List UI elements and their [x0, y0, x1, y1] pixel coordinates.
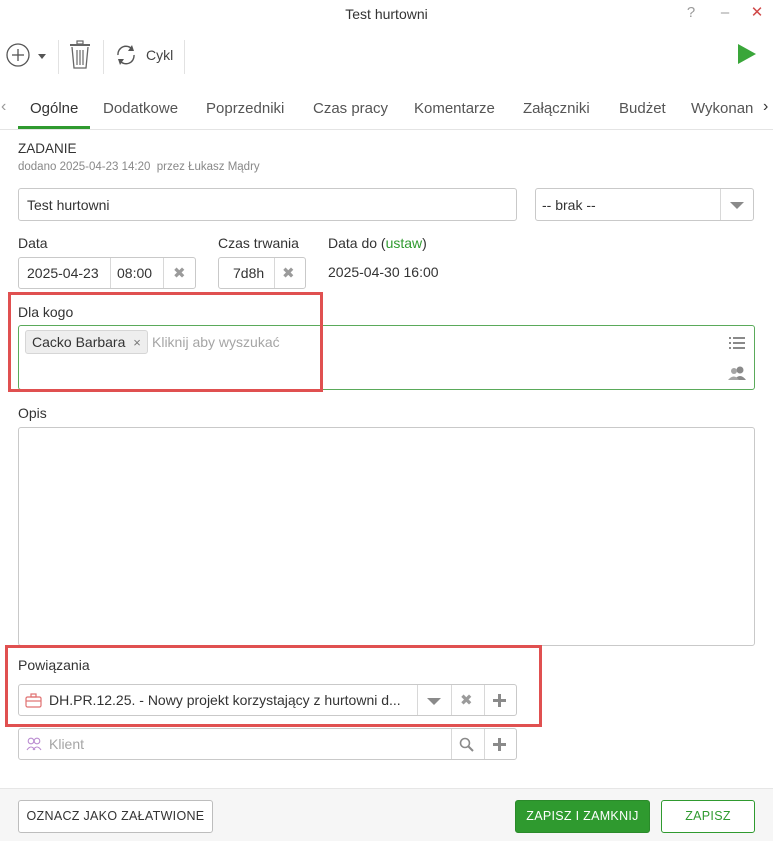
- section-title: ZADANIE: [18, 141, 77, 156]
- close-button[interactable]: ✕: [746, 2, 768, 24]
- mark-done-button[interactable]: OZNACZ JAKO ZAŁATWIONE: [18, 800, 213, 833]
- active-tab-indicator: [18, 126, 90, 129]
- tab-additional[interactable]: Dodatkowe: [103, 100, 178, 117]
- field-divider: [110, 258, 111, 288]
- date-to-value: 2025-04-30 16:00: [328, 264, 439, 280]
- tabs-scroll-right-icon[interactable]: ›: [763, 98, 768, 116]
- users-group-icon[interactable]: [728, 366, 746, 380]
- date-to-label-text: Data do (: [328, 235, 386, 251]
- date-label: Data: [18, 235, 48, 251]
- save-and-close-button[interactable]: ZAPISZ I ZAMKNIJ: [515, 800, 650, 833]
- field-divider: [274, 258, 275, 288]
- duration-input[interactable]: 7d8h: [233, 265, 264, 281]
- duration-label: Czas trwania: [218, 235, 299, 251]
- title-bar: Test hurtowni ? – ✕: [0, 0, 773, 30]
- client-field[interactable]: Klient: [18, 728, 517, 760]
- status-select-value: -- brak --: [542, 197, 596, 213]
- tab-general[interactable]: Ogólne: [30, 100, 78, 117]
- toolbar: Cykl: [0, 30, 773, 82]
- search-icon[interactable]: [459, 737, 474, 752]
- refresh-icon: [117, 45, 135, 65]
- plus-circle-icon: [6, 43, 46, 67]
- cycle-label: Cykl: [146, 47, 174, 63]
- set-date-to-link[interactable]: ustaw: [386, 235, 423, 251]
- task-title-input[interactable]: Test hurtowni: [18, 188, 517, 221]
- tab-comments[interactable]: Komentarze: [414, 100, 495, 117]
- tab-attachments[interactable]: Załączniki: [523, 100, 590, 117]
- trash-icon: [70, 40, 90, 69]
- tab-predecessors[interactable]: Poprzedniki: [206, 100, 284, 117]
- play-icon: [738, 44, 756, 64]
- date-to-label-close: ): [422, 235, 427, 251]
- toolbar-divider: [184, 40, 185, 74]
- task-meta: dodano 2025-04-23 14:20 przez Łukasz Mąd…: [18, 161, 260, 173]
- tabs-scroll-left-icon[interactable]: ‹: [1, 98, 6, 116]
- clear-date-icon[interactable]: ✖: [173, 264, 186, 282]
- assignee-highlight-box: [8, 292, 323, 392]
- field-divider: [484, 729, 485, 759]
- date-input[interactable]: 2025-04-23: [27, 265, 99, 281]
- time-input[interactable]: 08:00: [117, 265, 152, 281]
- description-textarea[interactable]: [18, 427, 755, 646]
- duration-field: 7d8h ✖: [218, 257, 306, 289]
- minimize-button[interactable]: –: [714, 2, 736, 24]
- tab-budget[interactable]: Budżet: [619, 100, 666, 117]
- toolbar-divider: [103, 40, 104, 74]
- tab-work-time[interactable]: Czas pracy: [313, 100, 388, 117]
- people-icon: [26, 737, 42, 751]
- start-button[interactable]: [736, 42, 758, 66]
- delete-button[interactable]: [68, 40, 92, 70]
- cycle-button[interactable]: Cykl: [114, 42, 178, 68]
- relations-highlight-box: [5, 645, 542, 727]
- chevron-down-icon: [730, 202, 744, 209]
- toolbar-divider: [58, 40, 59, 74]
- task-title-value: Test hurtowni: [27, 197, 110, 213]
- tab-execution[interactable]: Wykonan: [691, 100, 757, 117]
- help-button[interactable]: ?: [680, 2, 702, 24]
- clear-duration-icon[interactable]: ✖: [282, 264, 295, 282]
- date-time-field: 2025-04-23 08:00 ✖: [18, 257, 196, 289]
- select-divider: [720, 189, 721, 220]
- save-button[interactable]: ZAPISZ: [661, 800, 755, 833]
- plus-icon[interactable]: [493, 738, 506, 751]
- list-icon[interactable]: [729, 336, 745, 350]
- description-label: Opis: [18, 405, 47, 421]
- window-title: Test hurtowni: [345, 6, 428, 22]
- field-divider: [451, 729, 452, 759]
- status-select[interactable]: -- brak --: [535, 188, 754, 221]
- client-placeholder: Klient: [49, 736, 85, 752]
- field-divider: [163, 258, 164, 288]
- date-to-label: Data do (ustaw): [328, 235, 427, 251]
- add-button[interactable]: [6, 42, 50, 68]
